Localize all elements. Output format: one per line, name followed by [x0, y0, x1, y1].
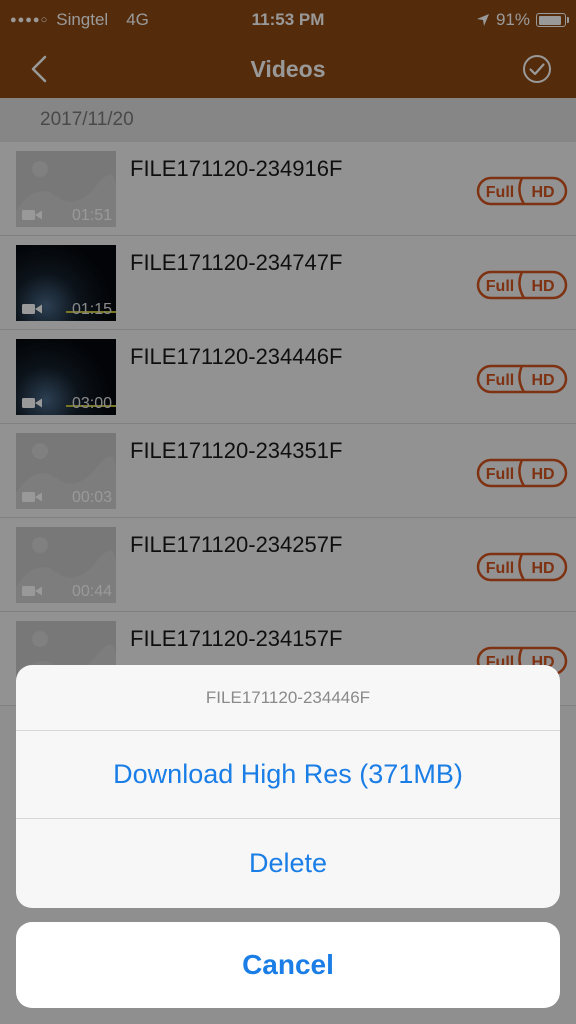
delete-button[interactable]: Delete	[16, 819, 560, 907]
cancel-button[interactable]: Cancel	[16, 922, 560, 1008]
download-high-res-button[interactable]: Download High Res (371MB)	[16, 731, 560, 819]
action-sheet-title: FILE171120-234446F	[16, 665, 560, 731]
action-sheet: FILE171120-234446F Download High Res (37…	[16, 665, 560, 908]
